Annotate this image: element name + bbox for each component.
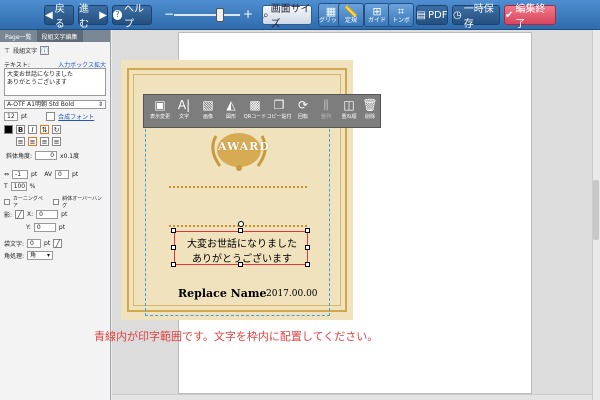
rotate-text-button[interactable]: ↻: [52, 125, 61, 134]
help-button[interactable]: ? ヘルプ: [112, 4, 152, 30]
print-area-notice: 青線内が印字範囲です。文字を枠内に配置してください。: [94, 330, 379, 343]
tab-text-edit[interactable]: 段組文字編集: [36, 30, 83, 42]
tracking-input[interactable]: -1: [12, 170, 29, 179]
info-icon[interactable]: ⓘ: [40, 46, 50, 55]
trash-icon: 🗑: [362, 98, 378, 112]
clock-icon: ◷: [453, 9, 462, 21]
forward-button[interactable]: 進む ▶: [78, 4, 108, 30]
pdf-button[interactable]: ▤ PDF: [416, 5, 448, 25]
text-input[interactable]: 大変お世話になりました ありがとうございます: [4, 68, 106, 96]
delete-button[interactable]: 🗑 削除: [356, 97, 384, 127]
zoom-in-icon[interactable]: +: [243, 7, 253, 21]
magnifier-icon: ⌕: [263, 9, 269, 21]
font-size-row: 12 pt 合成フォント: [4, 112, 106, 121]
trim-mark-button[interactable]: ⌗ トンボ: [388, 3, 414, 27]
shadow-y-row: Y: 0 pt: [26, 223, 66, 232]
corner-select[interactable]: 角 ▾: [27, 251, 54, 260]
top-toolbar: ◀ 戻る 進む ▶ ? ヘルプ − + ⌕ 画面サイズ ▦ グリッド 📏 定規 ⊞ ガイド …: [0, 0, 600, 30]
zoom-out-icon[interactable]: −: [164, 7, 174, 21]
italic-overhang-checkbox[interactable]: [53, 199, 60, 205]
align-justify-button[interactable]: ≡: [52, 137, 61, 146]
shadow-x-row: 影: ╱ X: 0 pt: [4, 210, 68, 219]
kerning-input[interactable]: 0: [55, 170, 70, 179]
finish-editing-button[interactable]: ✔ 編集終了: [504, 4, 556, 30]
text-frame-icon: ⊤: [4, 46, 11, 55]
certificate-date[interactable]: 2017.00.00: [266, 289, 318, 299]
align-center-button[interactable]: ≡: [28, 137, 37, 146]
shadow-y-input[interactable]: 0: [33, 223, 56, 232]
options-row: カーニングペア 斜体オーバーハング: [4, 195, 106, 209]
zoom-slider-track[interactable]: [174, 14, 240, 16]
resize-handle-bottom-left[interactable]: [171, 262, 176, 267]
award-title: AWARD: [218, 140, 270, 153]
object-toolbar: ▣ 表示変更 A| 文字 ▧ 画像 ◭ 図形 ▩ QRコード ❐ コピー貼付 ⟳ 回転 ⫼ 整列…: [143, 94, 381, 128]
panel-tabs: Page一覧 段組文字編集: [0, 30, 110, 42]
slant-row: 斜体角度: 0 x0.1度: [6, 151, 80, 160]
slant-input[interactable]: 0: [35, 151, 58, 160]
selected-text-box[interactable]: 大変お世話になりました ありがとうございます: [174, 231, 308, 265]
dotted-line-top: [169, 186, 307, 188]
spacing-row: ⇔ -1 pt AV 0 pt: [4, 170, 79, 179]
outline-row: 袋文字: 0 pt ╱: [4, 239, 106, 248]
screen-size-button[interactable]: ⌕ 画面サイズ: [262, 4, 312, 30]
checkmark-icon: ✔: [505, 9, 514, 21]
composite-font-link[interactable]: 合成フォント: [58, 112, 94, 121]
composite-font-checkbox[interactable]: [46, 112, 56, 121]
recipient-name[interactable]: Replace Name: [178, 287, 266, 300]
dropdown-arrow-icon: ▾: [47, 252, 51, 259]
shadow-color-swatch[interactable]: ╱: [15, 210, 25, 219]
pdf-icon: ▤: [416, 9, 426, 21]
chevron-right-icon: ▶: [99, 9, 107, 21]
ruler-button[interactable]: 📏 定規: [338, 3, 364, 27]
horizontal-scrollbar[interactable]: [112, 394, 592, 400]
tracking-icon: ⇔: [4, 171, 10, 178]
resize-handle-top-right[interactable]: [305, 228, 310, 233]
style-buttons-row: B I ⇅ ↻: [4, 125, 106, 134]
align-buttons-row: ≡ ≡ ≡ ≡: [4, 137, 106, 146]
tab-page-list[interactable]: Page一覧: [0, 30, 37, 42]
zoom-slider-handle[interactable]: [216, 8, 225, 22]
section-header: ⊤ 段組文字 ⓘ: [4, 46, 50, 55]
kerning-icon: AV: [44, 171, 53, 178]
scrollbar-thumb[interactable]: [593, 180, 599, 240]
guide-button[interactable]: ⊞ ガイド: [364, 3, 390, 27]
outline-input[interactable]: 0: [27, 239, 42, 248]
resize-handle-right[interactable]: [305, 245, 310, 250]
scale-input[interactable]: 100: [10, 182, 27, 191]
back-button[interactable]: ◀ 戻る: [44, 4, 74, 30]
help-icon: ?: [113, 10, 122, 20]
resize-handle-top[interactable]: [238, 228, 243, 233]
resize-handle-bottom-right[interactable]: [305, 262, 310, 267]
outline-color-swatch[interactable]: ╱: [53, 239, 63, 248]
resize-handle-top-left[interactable]: [171, 228, 176, 233]
temp-save-button[interactable]: ◷ 一時保存: [452, 4, 500, 30]
bold-button[interactable]: B: [16, 125, 25, 134]
scale-row: T 100 %: [4, 182, 36, 191]
font-select[interactable]: A-OTF A1明朝 Std Bold ⇕: [4, 100, 106, 109]
dropdown-arrow-icon: ⇕: [97, 101, 103, 108]
kerning-pair-checkbox[interactable]: [4, 199, 10, 205]
resize-handle-left[interactable]: [171, 245, 176, 250]
vertical-text-button[interactable]: ⇅: [40, 125, 49, 134]
rotate-handle[interactable]: [238, 221, 244, 227]
chevron-left-icon: ◀: [45, 9, 53, 21]
shadow-x-input[interactable]: 0: [36, 210, 59, 219]
italic-button[interactable]: I: [28, 125, 37, 134]
resize-handle-bottom[interactable]: [238, 262, 243, 267]
align-left-button[interactable]: ≡: [16, 137, 25, 146]
corner-row: 角処理: 角 ▾: [4, 251, 106, 260]
scale-icon: T: [4, 183, 8, 190]
properties-panel: Page一覧 段組文字編集 ⊤ 段組文字 ⓘ テキスト: 入力ボックス拡大 大変…: [0, 30, 111, 400]
vertical-scrollbar[interactable]: [592, 30, 600, 400]
font-size-input[interactable]: 12: [4, 112, 18, 121]
message-line-1: 大変お世話になりました: [187, 239, 297, 250]
align-right-button[interactable]: ≡: [40, 137, 49, 146]
color-swatch[interactable]: [4, 125, 13, 134]
